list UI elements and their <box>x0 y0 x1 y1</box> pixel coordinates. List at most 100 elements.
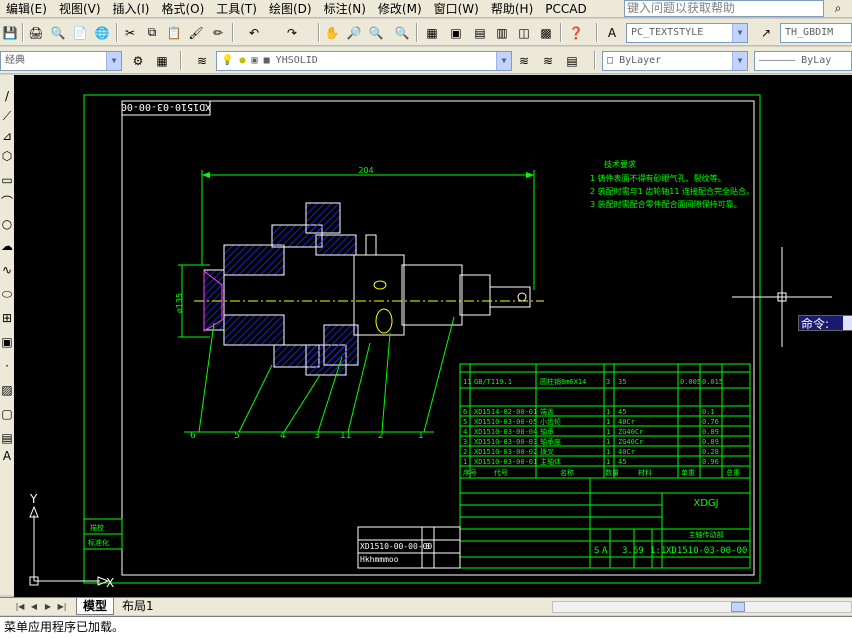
markup-icon[interactable]: ◫ <box>514 23 534 42</box>
arc-icon[interactable]: ⌒ <box>0 193 14 211</box>
menu-tools[interactable]: 工具(T) <box>210 0 263 18</box>
bom-row-wt: 0.76 <box>702 418 719 426</box>
ellipse-icon[interactable]: ⬭ <box>0 285 14 303</box>
grid-icon[interactable]: ▦ <box>152 51 172 70</box>
point-icon[interactable]: · <box>0 357 14 375</box>
drawing-canvas[interactable]: XD1510-03-00-00 技术要求 1 铸件表面不得有砂眼气孔、裂纹等。 … <box>14 75 852 597</box>
revision-cloud-icon[interactable]: ☁ <box>0 237 14 255</box>
menu-window[interactable]: 窗口(W) <box>428 0 485 18</box>
color-select[interactable]: □ ByLayer ▼ <box>602 51 748 71</box>
bom-row-name: 轴承 <box>540 427 554 436</box>
ucs-x-label: X <box>106 576 114 590</box>
menu-bar: 编辑(E) 视图(V) 插入(I) 格式(O) 工具(T) 绘图(D) 标注(N… <box>0 0 852 18</box>
paste-icon[interactable]: 📋 <box>164 23 184 42</box>
undo-icon[interactable]: ↶ <box>244 23 264 42</box>
workspace-select[interactable]: 经典 ▼ <box>0 51 122 71</box>
publish-icon[interactable]: 📄 <box>70 23 90 42</box>
sun-icon: ● <box>239 55 246 66</box>
bom-row-no: 6 <box>463 408 467 416</box>
search-icon[interactable]: ⌕ <box>826 0 850 17</box>
menu-pccad[interactable]: PCCAD <box>539 0 592 18</box>
help-icon[interactable]: ❓ <box>566 23 586 42</box>
layer-state-icon[interactable]: ▤ <box>562 51 582 70</box>
scrollbar-thumb[interactable] <box>731 602 745 612</box>
linetype-select[interactable]: —————— ByLay <box>754 51 852 71</box>
dim-style-select[interactable]: TH_GBDIM <box>780 23 852 43</box>
bom-top-name: 圆柱销8m6X14 <box>540 377 586 386</box>
block-editor-icon[interactable]: ✏ <box>208 23 228 42</box>
bom-row-no: 4 <box>463 428 467 436</box>
circle-icon[interactable]: ○ <box>0 215 14 233</box>
zoom-window-icon[interactable]: 🔍 <box>366 23 386 42</box>
region-icon[interactable]: ▢ <box>0 405 14 423</box>
dim-arrow-right <box>526 172 534 178</box>
construction-line-icon[interactable]: ⟋ <box>0 107 14 125</box>
sheet-set-icon[interactable]: ▥ <box>492 23 512 42</box>
bom-header-code: 代号 <box>494 468 508 477</box>
menu-view[interactable]: 视图(V) <box>53 0 107 18</box>
redo-icon[interactable]: ↷ <box>282 23 302 42</box>
save-icon[interactable]: 💾 <box>0 23 20 42</box>
menu-dimension[interactable]: 标注(N) <box>318 0 372 18</box>
leader-label-11: 11 <box>340 431 351 441</box>
line-icon[interactable]: / <box>0 87 14 105</box>
menu-insert[interactable]: 插入(I) <box>107 0 156 18</box>
print-icon[interactable]: 🖨 <box>26 23 46 42</box>
polygon-icon[interactable]: ⬡ <box>0 147 14 165</box>
match-properties-icon[interactable]: 🖌 <box>186 23 206 42</box>
3d-dwf-icon[interactable]: 🌐 <box>92 23 112 42</box>
menu-modify[interactable]: 修改(M) <box>372 0 428 18</box>
tool-palettes-icon[interactable]: ▤ <box>470 23 490 42</box>
workspace-settings-icon[interactable]: ⚙ <box>128 51 148 70</box>
copy-icon[interactable]: ⧉ <box>142 23 162 42</box>
toolbar-separator <box>116 23 118 42</box>
cut-icon[interactable]: ✂ <box>120 23 140 42</box>
multiline-text-icon[interactable]: A <box>0 447 14 465</box>
help-search-input[interactable]: 键入问题以获取帮助 <box>624 0 824 17</box>
menu-help[interactable]: 帮助(H) <box>485 0 539 18</box>
last-tab-icon[interactable]: ▶| <box>56 600 68 613</box>
design-center-icon[interactable]: ▣ <box>446 23 466 42</box>
standard-toolbar: 💾 🖨 🔍 📄 🌐 ✂ ⧉ 📋 🖌 ✏ ↶ ↷ ✋ 🔎 🔍 🔍 ▦ ▣ ▤ ▥ … <box>0 19 852 46</box>
menu-edit[interactable]: 编辑(E) <box>0 0 53 18</box>
outer-frame <box>83 94 761 584</box>
leader-label-1: 1 <box>418 431 424 441</box>
make-layer-current-icon[interactable]: ≋ <box>514 51 534 70</box>
first-tab-icon[interactable]: |◀ <box>14 600 26 613</box>
layer-manager-icon[interactable]: ≋ <box>192 51 212 70</box>
bom-row-name: 轴承座 <box>540 437 561 446</box>
tech-req-title: 技术要求 <box>604 159 636 169</box>
bom-row-no: 5 <box>463 418 467 426</box>
prev-tab-icon[interactable]: ◀ <box>28 600 40 613</box>
next-tab-icon[interactable]: ▶ <box>42 600 54 613</box>
hatch-icon[interactable]: ▨ <box>0 381 14 399</box>
zoom-realtime-icon[interactable]: 🔎 <box>344 23 364 42</box>
bom-row-name: 主轴体 <box>540 457 561 466</box>
rectangle-icon[interactable]: ▭ <box>0 171 14 189</box>
tab-layout1[interactable]: 布局1 <box>116 598 160 615</box>
layer-previous-icon[interactable]: ≋ <box>538 51 558 70</box>
assembly-section-view <box>194 202 544 376</box>
zoom-previous-icon[interactable]: 🔍 <box>392 23 412 42</box>
table-icon[interactable]: ▤ <box>0 429 14 447</box>
bom-top-w2: 0.015 <box>702 378 723 386</box>
side-label-standard: 标准化 <box>88 538 109 547</box>
lower-ref-qty: 3 <box>425 542 430 551</box>
layer-select[interactable]: 💡 ● ▣ ■ YHSOLID ▼ <box>216 51 512 71</box>
toolbar-separator <box>22 23 24 42</box>
text-style-select[interactable]: PC_TEXTSTYLE ▼ <box>626 23 748 43</box>
print-preview-icon[interactable]: 🔍 <box>48 23 68 42</box>
make-block-icon[interactable]: ▣ <box>0 333 14 351</box>
dynamic-input-field[interactable] <box>843 316 852 330</box>
properties-icon[interactable]: ▦ <box>422 23 442 42</box>
tab-model[interactable]: 模型 <box>76 598 115 615</box>
horizontal-scrollbar[interactable] <box>552 601 852 613</box>
calculator-icon[interactable]: ▩ <box>536 23 556 42</box>
menu-draw[interactable]: 绘图(D) <box>263 0 318 18</box>
spline-icon[interactable]: ∿ <box>0 261 14 279</box>
menu-format[interactable]: 格式(O) <box>155 0 210 18</box>
bom-header-unit-weight: 单重 <box>681 468 695 477</box>
insert-block-icon[interactable]: ⊞ <box>0 309 14 327</box>
pan-icon[interactable]: ✋ <box>322 23 342 42</box>
polyline-icon[interactable]: ⊿ <box>0 127 14 145</box>
